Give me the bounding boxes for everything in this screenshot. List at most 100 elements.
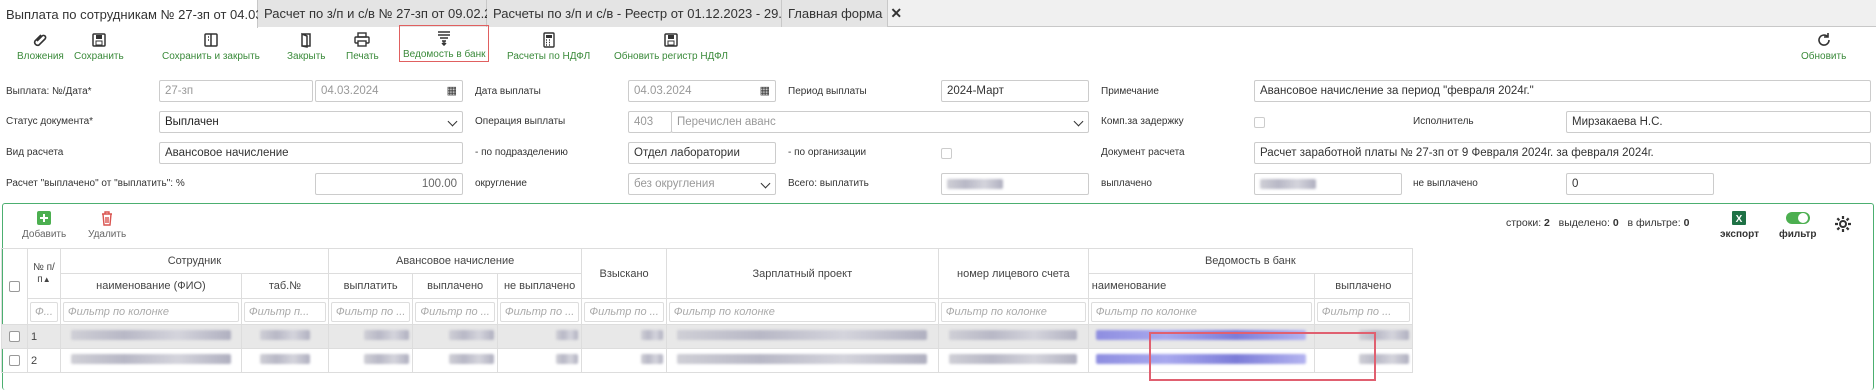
operation-code-input[interactable]: 403 <box>628 111 672 133</box>
executor-label: Исполнитель <box>1413 116 1474 127</box>
chevron-down-icon <box>447 116 458 127</box>
col-tab-header[interactable]: таб.№ <box>240 273 329 299</box>
total-input[interactable] <box>941 173 1089 195</box>
save-button[interactable]: Сохранить <box>74 32 124 62</box>
status-label: Статус документа* <box>6 116 94 127</box>
filter-name-input[interactable]: Фильтр по колонке <box>62 301 239 322</box>
cell-tab <box>240 324 329 349</box>
calc-doc-input[interactable]: Расчет заработной платы № 27-зп от 9 Фев… <box>1254 142 1871 164</box>
cell-bank-name[interactable] <box>1087 348 1315 373</box>
col-name-header[interactable]: наименование (ФИО) <box>59 273 242 299</box>
col-num-header[interactable]: № п/п▲ <box>27 248 61 299</box>
printer-icon <box>354 32 371 47</box>
table-row[interactable]: 2 <box>1 348 1413 373</box>
grid-stats: строки: 2 выделено: 0 в фильтре: 0 <box>1506 217 1689 229</box>
by-org-checkbox[interactable] <box>941 148 952 159</box>
ndfl-calc-button[interactable]: Расчеты по НДФЛ <box>507 32 590 62</box>
col-bank-name-header[interactable]: наименование <box>1087 273 1315 299</box>
filter-bank-name-input[interactable]: Фильтр по колонке <box>1090 301 1312 322</box>
executor-input[interactable]: Мирзакаева Н.С. <box>1566 111 1871 133</box>
col-salary-project-header[interactable]: Зарплатный проект <box>665 248 939 299</box>
tab-main-form[interactable]: Главная форма ✕ <box>782 0 902 27</box>
delete-button[interactable]: Удалить <box>88 210 126 240</box>
tab-registry[interactable]: Расчеты по з/п и с/в - Реестр от 01.12.2… <box>487 0 849 27</box>
status-select[interactable]: Выплачен <box>159 111 463 133</box>
operation-select[interactable]: Перечислен аванс <box>671 111 1089 133</box>
tab-label: Расчеты по з/п и с/в - Реестр от 01.12.2… <box>493 6 829 21</box>
col-recovered-header[interactable]: Взыскано <box>581 248 667 299</box>
calendar-icon[interactable]: ▦ <box>447 84 457 97</box>
paid-input[interactable] <box>1254 173 1402 195</box>
close-button[interactable]: Закрыть <box>287 32 326 62</box>
filter-num-input[interactable]: Ф... <box>30 301 58 322</box>
cell-recovered <box>581 348 667 373</box>
dept-input[interactable]: Отдел лаборатории <box>628 142 776 164</box>
cell-name <box>59 348 242 373</box>
cell-pay <box>327 348 414 373</box>
bank-statement-icon <box>438 31 451 46</box>
col-paid-header[interactable]: выплачено <box>412 273 498 299</box>
by-org-label: - по организации <box>788 147 867 158</box>
close-label: Закрыть <box>287 51 326 62</box>
export-button[interactable]: X экспорт <box>1720 210 1759 240</box>
save-close-button[interactable]: Сохранить и закрыть <box>162 32 260 62</box>
toolbar: Вложения Сохранить Сохранить и закрыть З… <box>0 25 1876 72</box>
filter-unpaid-input[interactable]: Фильтр по ... <box>499 301 580 322</box>
select-all-checkbox[interactable] <box>9 281 20 293</box>
close-icon[interactable]: ✕ <box>890 5 902 22</box>
pay-date-input[interactable]: 04.03.2024 ▦ <box>628 80 776 102</box>
print-button[interactable]: Печать <box>346 32 379 62</box>
rounding-select[interactable]: без округления <box>628 173 776 195</box>
table-row[interactable]: 1 <box>1 324 1413 349</box>
delay-comp-checkbox[interactable] <box>1254 117 1265 128</box>
add-button[interactable]: Добавить <box>22 210 66 240</box>
unpaid-input[interactable]: 0 <box>1566 173 1714 195</box>
update-ndfl-button[interactable]: Обновить регистр НДФЛ <box>614 32 728 62</box>
chevron-down-icon <box>1073 116 1084 127</box>
filter-salary-project-input[interactable]: Фильтр по колонке <box>668 301 936 322</box>
filter-account-input[interactable]: Фильтр по колонке <box>940 301 1086 322</box>
attachments-button[interactable]: Вложения <box>17 32 64 62</box>
filter-pay-input[interactable]: Фильтр по ... <box>330 301 411 322</box>
filtered-count: 0 <box>1683 217 1690 229</box>
cell-bank-paid <box>1313 348 1413 373</box>
row-checkbox[interactable] <box>9 331 20 343</box>
col-pay-header[interactable]: выплатить <box>327 273 414 299</box>
refresh-label: Обновить <box>1801 51 1847 62</box>
refresh-icon <box>1817 33 1830 46</box>
filter-tab-input[interactable]: Фильтр п... <box>243 301 326 322</box>
filter-bank-paid-input[interactable]: Фильтр по ... <box>1316 301 1410 322</box>
bank-statement-button[interactable]: Ведомость в банк <box>399 25 490 62</box>
row-select-cell[interactable] <box>1 324 28 349</box>
attachments-label: Вложения <box>17 51 64 62</box>
filter-paid-input[interactable]: Фильтр по ... <box>415 301 495 322</box>
gear-icon[interactable] <box>1834 215 1852 233</box>
period-input[interactable]: 2024-Март <box>941 80 1089 102</box>
row-checkbox[interactable] <box>9 355 20 367</box>
note-input[interactable]: Авансовое начисление за период "февраля … <box>1254 80 1871 102</box>
refresh-button[interactable]: Обновить <box>1801 32 1846 62</box>
tab-payment[interactable]: Выплата по сотрудникам № 27-зп от 04.03.… <box>0 0 315 28</box>
cell-bank-name[interactable] <box>1087 324 1315 349</box>
tab-bar: Выплата по сотрудникам № 27-зп от 04.03.… <box>0 0 1876 28</box>
group-bank-header: Ведомость в банк <box>1087 248 1413 274</box>
print-label: Печать <box>346 51 379 62</box>
filter-toggle[interactable]: фильтр <box>1779 210 1817 240</box>
cell-pay <box>327 324 414 349</box>
row-select-cell[interactable] <box>1 348 28 373</box>
cell-account <box>937 348 1089 373</box>
filter-recovered-input[interactable]: Фильтр по ... <box>584 301 664 322</box>
col-bank-paid-header[interactable]: выплачено <box>1313 273 1413 299</box>
percent-input[interactable]: 100.00 <box>315 173 463 195</box>
paid-label: выплачено <box>1101 178 1152 189</box>
col-unpaid-header[interactable]: не выплачено <box>496 273 583 299</box>
payment-date-input[interactable]: 04.03.2024 ▦ <box>315 80 463 102</box>
col-account-header[interactable]: номер лицевого счета <box>937 248 1089 299</box>
payment-number-input[interactable]: 27-зп <box>159 80 313 102</box>
tab-calc[interactable]: Расчет по з/п и с/в № 27-зп от 09.02.202… <box>258 0 533 27</box>
cell-salary-project <box>665 348 939 373</box>
select-all-cell[interactable] <box>1 248 28 325</box>
calc-type-input[interactable]: Авансовое начисление <box>159 142 463 164</box>
calendar-icon[interactable]: ▦ <box>760 84 770 97</box>
filter-label: фильтр <box>1779 229 1817 240</box>
